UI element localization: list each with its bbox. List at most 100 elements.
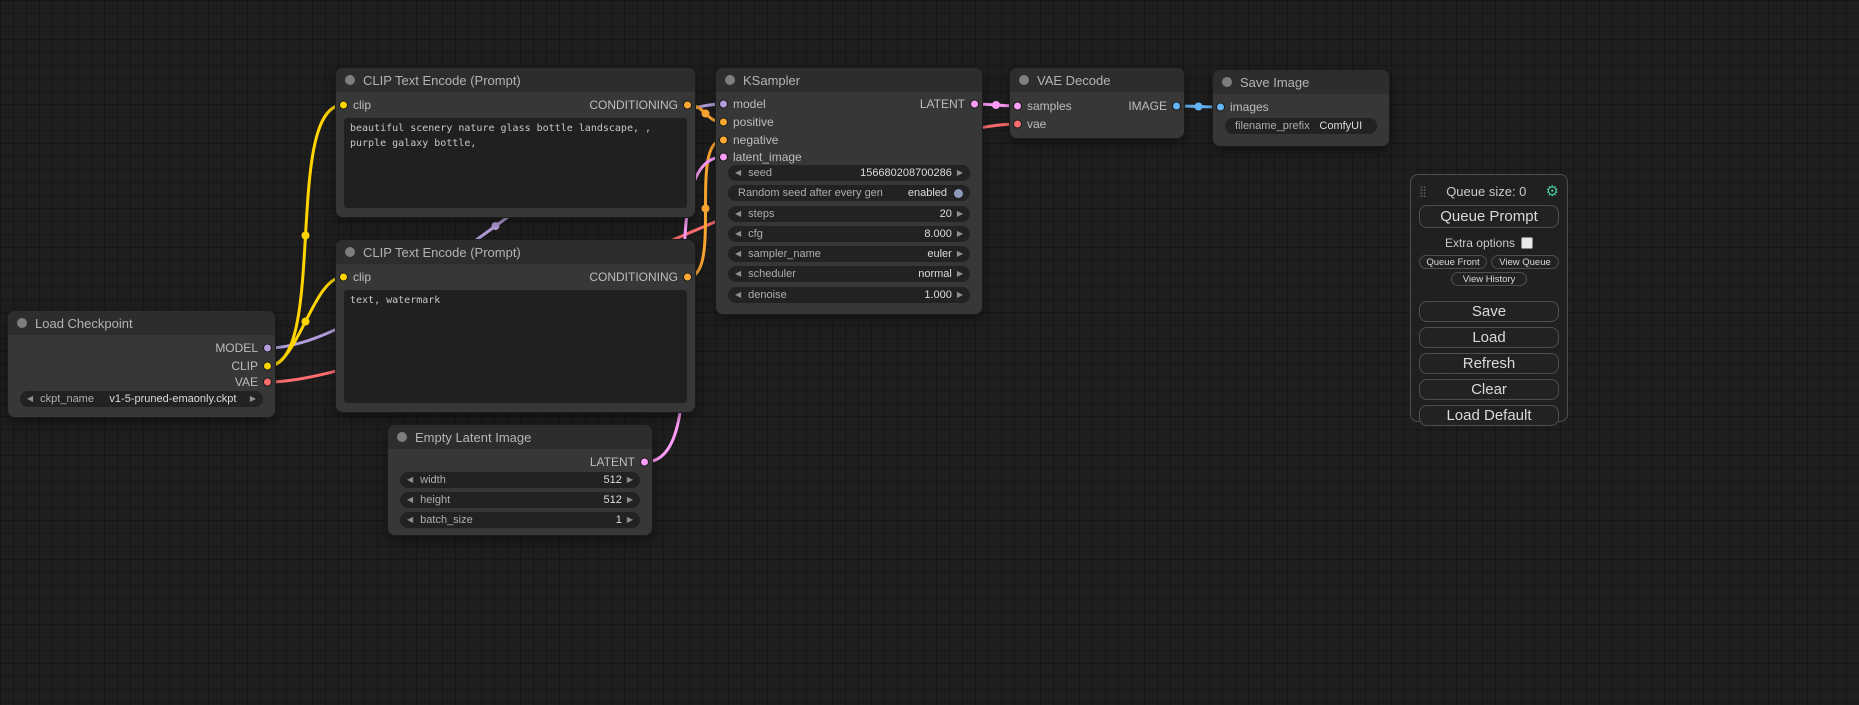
increment-arrow-icon[interactable]: ▶: [627, 512, 633, 528]
graph-canvas[interactable]: Load Checkpoint MODEL CLIP VAE ◀ ckpt_na…: [0, 0, 1859, 705]
load-default-button[interactable]: Load Default: [1419, 405, 1559, 426]
decrement-arrow-icon[interactable]: ◀: [735, 287, 741, 303]
collapse-dot-icon[interactable]: [345, 247, 355, 257]
batch-size-widget[interactable]: ◀ batch_size 1 ▶: [400, 512, 640, 528]
widget-value: v1-5-pruned-emaonly.ckpt: [101, 393, 250, 405]
node-ksampler[interactable]: KSampler model positive negative latent_…: [716, 68, 982, 314]
conditioning-output-dot[interactable]: [683, 273, 692, 282]
decrement-arrow-icon[interactable]: ◀: [407, 492, 413, 508]
image-output-dot[interactable]: [1172, 102, 1181, 111]
save-workflow-button[interactable]: Save: [1419, 301, 1559, 322]
ckpt-name-widget[interactable]: ◀ ckpt_name v1-5-pruned-emaonly.ckpt ▶: [20, 391, 263, 407]
increment-arrow-icon[interactable]: ▶: [957, 165, 963, 181]
latent-output-dot[interactable]: [640, 458, 649, 467]
node-title-bar[interactable]: Load Checkpoint: [8, 311, 275, 335]
conditioning-output-dot[interactable]: [683, 101, 692, 110]
node-empty-latent-image[interactable]: Empty Latent Image LATENT ◀ width 512 ▶ …: [388, 425, 652, 535]
slot-label: negative: [733, 133, 778, 147]
sampler-name-widget[interactable]: ◀ sampler_name euler ▶: [728, 246, 970, 262]
increment-arrow-icon[interactable]: ▶: [627, 472, 633, 488]
positive-prompt-textarea[interactable]: beautiful scenery nature glass bottle la…: [344, 118, 687, 208]
node-title-bar[interactable]: CLIP Text Encode (Prompt): [336, 240, 695, 264]
negative-prompt-textarea[interactable]: text, watermark: [344, 290, 687, 403]
view-queue-button[interactable]: View Queue: [1491, 255, 1559, 269]
collapse-dot-icon[interactable]: [397, 432, 407, 442]
random-seed-toggle-widget[interactable]: Random seed after every gen enabled: [728, 185, 970, 201]
steps-widget[interactable]: ◀ steps 20 ▶: [728, 206, 970, 222]
queue-prompt-button[interactable]: Queue Prompt: [1419, 205, 1559, 228]
filename-prefix-widget[interactable]: filename_prefix ComfyUI: [1225, 118, 1377, 134]
vae-output-dot[interactable]: [263, 378, 272, 387]
wire-midpoint-model: [492, 222, 500, 230]
positive-input-dot[interactable]: [719, 118, 728, 127]
node-title-bar[interactable]: Save Image: [1213, 70, 1389, 94]
collapse-dot-icon[interactable]: [1222, 77, 1232, 87]
denoise-widget[interactable]: ◀ denoise 1.000 ▶: [728, 287, 970, 303]
widget-name: steps: [748, 208, 774, 220]
seed-widget[interactable]: ◀ seed 156680208700286 ▶: [728, 165, 970, 181]
node-clip-text-encode-negative[interactable]: CLIP Text Encode (Prompt) clip CONDITION…: [336, 240, 695, 412]
scheduler-widget[interactable]: ◀ scheduler normal ▶: [728, 266, 970, 282]
decrement-arrow-icon[interactable]: ◀: [407, 512, 413, 528]
slot-label: positive: [733, 115, 774, 129]
widget-name: width: [420, 474, 446, 486]
increment-arrow-icon[interactable]: ▶: [627, 492, 633, 508]
settings-gear-icon[interactable]: ⚙: [1546, 182, 1559, 200]
cfg-widget[interactable]: ◀ cfg 8.000 ▶: [728, 226, 970, 242]
node-vae-decode[interactable]: VAE Decode samples vae IMAGE: [1010, 68, 1184, 138]
load-workflow-button[interactable]: Load: [1419, 327, 1559, 348]
decrement-arrow-icon[interactable]: ◀: [735, 266, 741, 282]
vae-input-dot[interactable]: [1013, 120, 1022, 129]
increment-arrow-icon[interactable]: ▶: [957, 246, 963, 262]
widget-name: Random seed after every gen: [738, 187, 883, 199]
decrement-arrow-icon[interactable]: ◀: [735, 226, 741, 242]
decrement-arrow-icon[interactable]: ◀: [27, 391, 33, 407]
node-title: CLIP Text Encode (Prompt): [363, 245, 521, 260]
node-title-bar[interactable]: Empty Latent Image: [388, 425, 652, 449]
collapse-dot-icon[interactable]: [345, 75, 355, 85]
node-title: VAE Decode: [1037, 73, 1110, 88]
clear-button[interactable]: Clear: [1419, 379, 1559, 400]
width-widget[interactable]: ◀ width 512 ▶: [400, 472, 640, 488]
model-output-dot[interactable]: [263, 344, 272, 353]
output-slot-model: MODEL: [8, 340, 275, 356]
drag-handle-icon[interactable]: ⣿: [1419, 185, 1427, 198]
extra-options-checkbox[interactable]: [1521, 237, 1533, 249]
height-widget[interactable]: ◀ height 512 ▶: [400, 492, 640, 508]
node-save-image[interactable]: Save Image images filename_prefix ComfyU…: [1213, 70, 1389, 146]
queue-front-button[interactable]: Queue Front: [1419, 255, 1487, 269]
collapse-dot-icon[interactable]: [1019, 75, 1029, 85]
increment-arrow-icon[interactable]: ▶: [957, 287, 963, 303]
node-load-checkpoint[interactable]: Load Checkpoint MODEL CLIP VAE ◀ ckpt_na…: [8, 311, 275, 417]
node-clip-text-encode-positive[interactable]: CLIP Text Encode (Prompt) clip CONDITION…: [336, 68, 695, 217]
node-title-bar[interactable]: KSampler: [716, 68, 982, 92]
latent-output-dot[interactable]: [970, 100, 979, 109]
increment-arrow-icon[interactable]: ▶: [957, 266, 963, 282]
clip-output-dot[interactable]: [263, 362, 272, 371]
increment-arrow-icon[interactable]: ▶: [250, 391, 256, 407]
node-title-bar[interactable]: CLIP Text Encode (Prompt): [336, 68, 695, 92]
increment-arrow-icon[interactable]: ▶: [957, 226, 963, 242]
decrement-arrow-icon[interactable]: ◀: [735, 165, 741, 181]
toggle-on-dot-icon[interactable]: [954, 189, 963, 198]
images-input-dot[interactable]: [1216, 103, 1225, 112]
view-history-button[interactable]: View History: [1451, 272, 1527, 286]
latent-image-input-dot[interactable]: [719, 153, 728, 162]
extra-options-label: Extra options: [1445, 236, 1515, 250]
negative-input-dot[interactable]: [719, 136, 728, 145]
refresh-button[interactable]: Refresh: [1419, 353, 1559, 374]
slot-label: VAE: [235, 375, 258, 389]
decrement-arrow-icon[interactable]: ◀: [735, 206, 741, 222]
queue-panel-header: ⣿ Queue size: 0 ⚙: [1419, 182, 1559, 200]
input-slot-images: images: [1213, 99, 1389, 115]
widget-name: batch_size: [420, 514, 473, 526]
output-slot-clip: CLIP: [8, 358, 275, 374]
collapse-dot-icon[interactable]: [725, 75, 735, 85]
input-slot-latent-image: latent_image: [716, 149, 982, 165]
widget-value: enabled: [890, 187, 952, 199]
decrement-arrow-icon[interactable]: ◀: [407, 472, 413, 488]
collapse-dot-icon[interactable]: [17, 318, 27, 328]
node-title-bar[interactable]: VAE Decode: [1010, 68, 1184, 92]
decrement-arrow-icon[interactable]: ◀: [735, 246, 741, 262]
increment-arrow-icon[interactable]: ▶: [957, 206, 963, 222]
